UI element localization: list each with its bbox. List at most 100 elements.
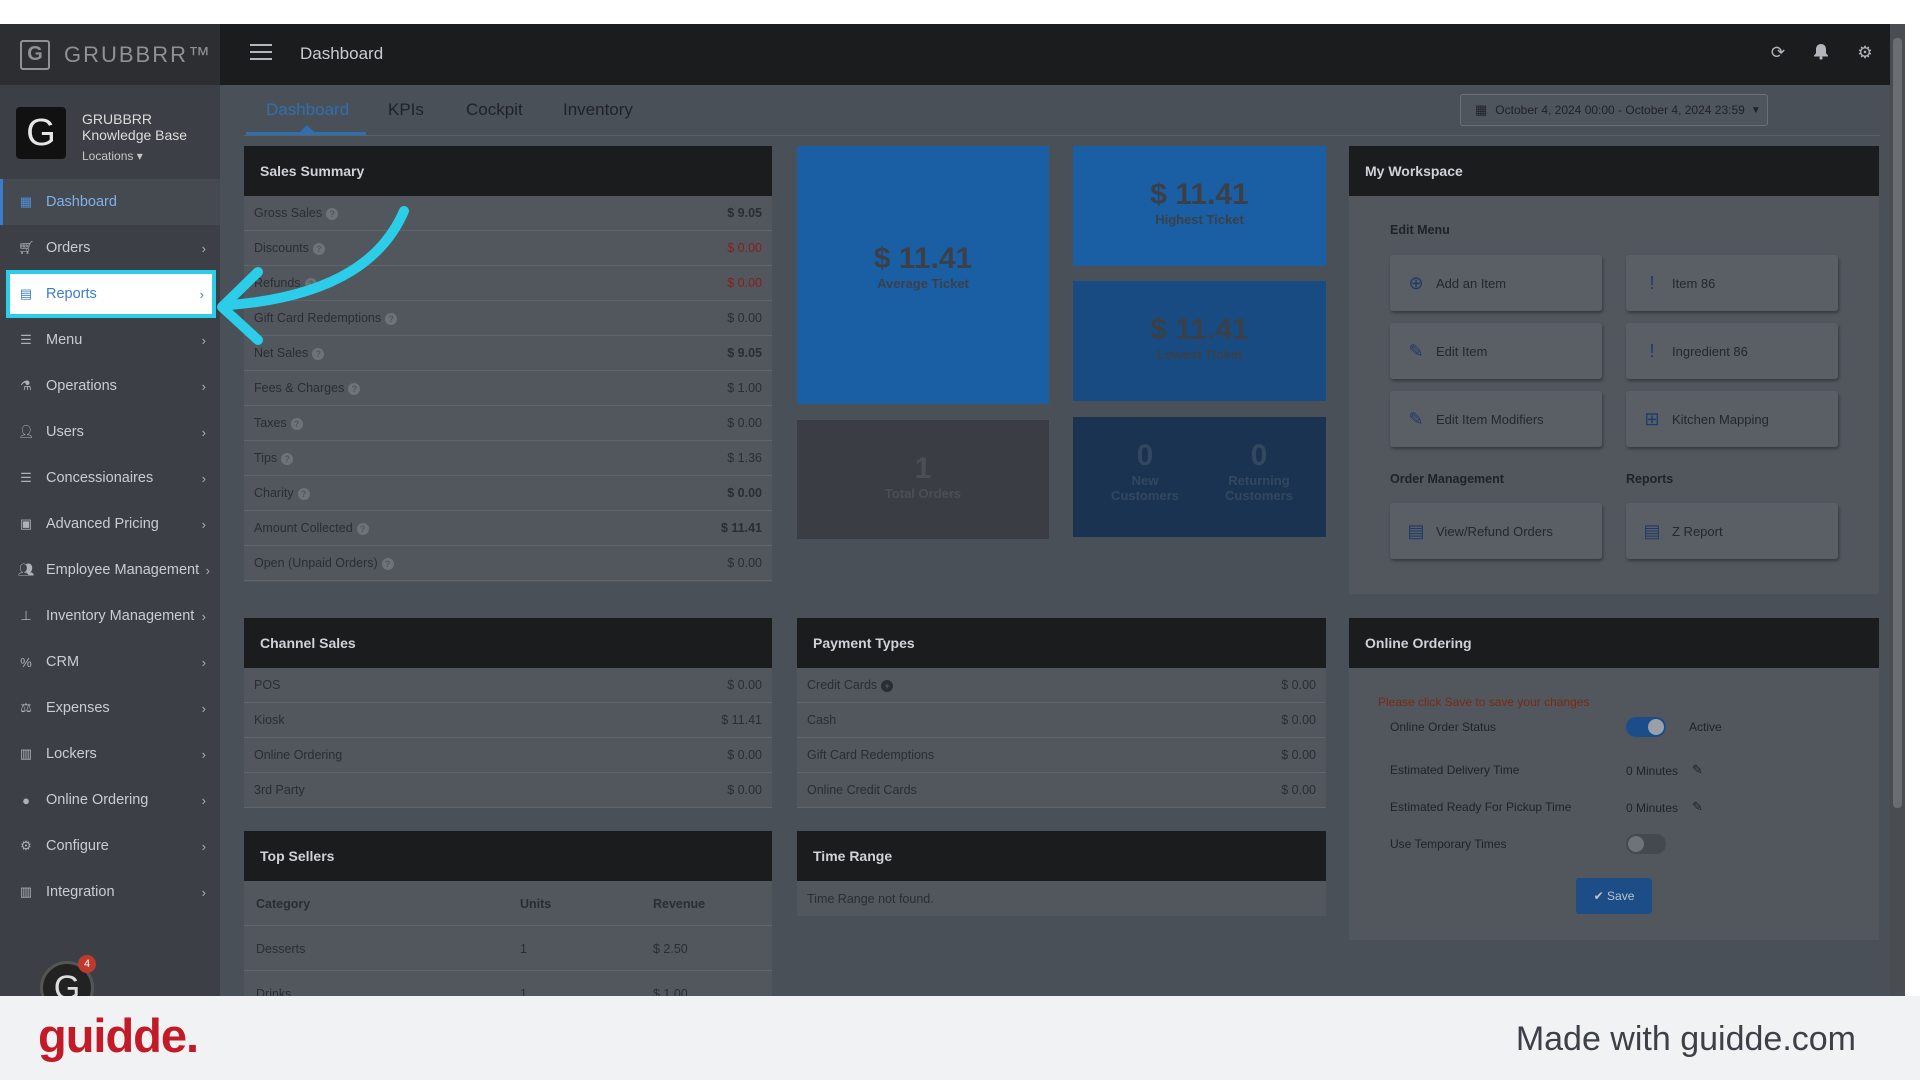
z-report-button[interactable]: ▤ Z Report xyxy=(1626,503,1838,559)
total-orders-tile: 1 Total Orders xyxy=(797,420,1049,539)
chevron-right-icon: › xyxy=(205,562,210,578)
help-icon[interactable]: ? xyxy=(297,488,310,500)
data-row: Gross Sales? $ 9.05 xyxy=(244,196,772,231)
sidebar-item-advanced-pricing[interactable]: ▣ Advanced Pricing › xyxy=(0,501,220,547)
made-with-text[interactable]: Made with guidde.com xyxy=(1516,1020,1856,1059)
row-label: Online Credit Cards xyxy=(807,783,917,797)
chevron-right-icon: › xyxy=(201,792,206,808)
sidebar-item-lockers[interactable]: ▥ Lockers › xyxy=(0,731,220,777)
sidebar-item-concessionaires[interactable]: ☰ Concessionaires › xyxy=(0,455,220,501)
help-icon[interactable]: ? xyxy=(281,453,294,465)
bell-icon[interactable] xyxy=(1811,43,1831,63)
vertical-scrollbar[interactable] xyxy=(1890,24,1905,996)
add-item-button[interactable]: ⊕ Add an Item xyxy=(1390,255,1602,311)
average-ticket-value: $ 11.41 xyxy=(873,242,973,275)
sidebar-item-inventory-management[interactable]: ⊥ Inventory Management › xyxy=(0,593,220,639)
tab-dashboard[interactable]: Dashboard xyxy=(266,100,349,120)
guidde-logo[interactable]: guidde. xyxy=(38,1008,199,1063)
cell-units: 1 xyxy=(520,987,527,996)
chevron-right-icon: › xyxy=(201,654,206,670)
sidebar-item-label: Integration xyxy=(46,884,115,900)
help-icon[interactable]: ? xyxy=(348,383,361,395)
expand-plus-icon[interactable]: + xyxy=(881,680,894,692)
flask-icon: ⚗ xyxy=(20,378,32,393)
sidebar-item-users[interactable]: 👤︎ Users › xyxy=(0,409,220,455)
row-value: $ 0.00 xyxy=(727,678,762,692)
pickup-time-label: Estimated Ready For Pickup Time xyxy=(1390,800,1572,814)
sidebar-item-configure[interactable]: ⚙ Configure › xyxy=(0,823,220,869)
help-icon[interactable]: ? xyxy=(381,558,394,570)
row-label: Open (Unpaid Orders) xyxy=(254,556,378,570)
channel-sales-panel: Channel Sales POS $ 0.00 Kiosk $ 11.41 Onlin… xyxy=(244,618,772,808)
pencil-icon: ✎ xyxy=(1408,340,1424,361)
row-value: $ 9.05 xyxy=(727,206,762,220)
tabs-divider xyxy=(244,135,1880,136)
lowest-ticket-value: $ 11.41 xyxy=(1150,313,1249,346)
page-title: Dashboard xyxy=(300,44,384,63)
row-value: $ 0.00 xyxy=(727,486,762,500)
cell-units: 1 xyxy=(520,942,527,956)
data-row: Charity? $ 0.00 xyxy=(244,476,772,511)
tab-cockpit[interactable]: Cockpit xyxy=(466,100,523,120)
tab-inventory[interactable]: Inventory xyxy=(563,100,633,120)
list-icon: ☰ xyxy=(20,470,32,485)
temporary-times-toggle[interactable] xyxy=(1626,834,1666,854)
edit-item-button[interactable]: ✎ Edit Item xyxy=(1390,323,1602,379)
view-refund-orders-button[interactable]: ▤ View/Refund Orders xyxy=(1390,503,1602,559)
brand[interactable]: G GRUBBRR™ xyxy=(0,24,220,85)
calendar-icon: ▦ xyxy=(1475,102,1488,117)
sidebar-item-employee-management[interactable]: 👥︎ Employee Management › xyxy=(0,547,220,593)
sidebar-item-dashboard[interactable]: ▦ Dashboard xyxy=(0,179,220,225)
help-icon[interactable]: ? xyxy=(385,313,398,325)
sidebar-item-label: Online Ordering xyxy=(46,792,149,808)
help-icon[interactable]: ? xyxy=(312,243,325,255)
save-button[interactable]: ✔ Save xyxy=(1576,878,1652,914)
highest-ticket-label: Highest Ticket xyxy=(1155,212,1244,227)
row-label-group: Credit Cards + xyxy=(807,678,894,692)
item-86-button[interactable]: ! Item 86 xyxy=(1626,255,1838,311)
row-label-group: Gross Sales? xyxy=(254,206,339,220)
sidebar-item-label: CRM xyxy=(46,654,80,670)
table-row: Drinks 1 $ 1.00 xyxy=(244,971,772,996)
edit-delivery-time-icon[interactable]: ✎ xyxy=(1692,762,1703,778)
refresh-icon[interactable]: ⟳ xyxy=(1768,43,1788,63)
help-icon[interactable]: ? xyxy=(326,208,339,220)
help-icon[interactable]: ? xyxy=(290,418,303,430)
scrollbar-thumb[interactable] xyxy=(1893,38,1902,808)
help-icon[interactable]: ? xyxy=(312,348,325,360)
total-orders-value: 1 xyxy=(914,452,932,485)
sidebar-item-orders[interactable]: 🛒︎ Orders › xyxy=(0,225,220,271)
help-icon[interactable]: ? xyxy=(304,278,317,290)
chevron-right-icon: › xyxy=(201,700,206,716)
sidebar-item-crm[interactable]: % CRM › xyxy=(0,639,220,685)
row-label: Tips xyxy=(254,451,278,465)
gear-icon[interactable]: ⚙ xyxy=(1855,43,1875,63)
sitemap-icon: ⊞ xyxy=(1644,408,1660,429)
row-label-group: Gift Card Redemptions? xyxy=(254,311,398,325)
sidebar-item-label: Configure xyxy=(46,838,109,854)
edit-pickup-time-icon[interactable]: ✎ xyxy=(1692,799,1703,815)
returning-customers-label: Returning Customers xyxy=(1225,473,1293,503)
row-label: 3rd Party xyxy=(254,783,305,797)
sidebar-item-reports[interactable]: ▤ Reports › xyxy=(6,270,216,318)
row-label: Credit Cards xyxy=(807,678,878,692)
sidebar-item-integration[interactable]: ▥ Integration › xyxy=(0,869,220,915)
tab-kpis[interactable]: KPIs xyxy=(388,100,424,120)
kitchen-mapping-button[interactable]: ⊞ Kitchen Mapping xyxy=(1626,391,1838,447)
ingredient-86-button[interactable]: ! Ingredient 86 xyxy=(1626,323,1838,379)
edit-item-modifiers-button[interactable]: ✎ Edit Item Modifiers xyxy=(1390,391,1602,447)
sidebar-item-menu[interactable]: ☰ Menu › xyxy=(0,317,220,363)
locations-dropdown[interactable]: Locations ▾ xyxy=(82,149,143,163)
row-label-group: Fees & Charges? xyxy=(254,381,361,395)
sidebar-item-online-ordering[interactable]: ● Online Ordering › xyxy=(0,777,220,823)
row-label: POS xyxy=(254,678,281,692)
panel-title: Channel Sales xyxy=(244,618,772,668)
hamburger-menu-icon[interactable] xyxy=(250,44,272,62)
column-header: Units xyxy=(520,897,552,911)
row-label-group: Kiosk xyxy=(254,713,285,727)
date-range-picker[interactable]: ▦ October 4, 2024 00:00 - October 4, 202… xyxy=(1460,94,1768,126)
online-order-status-toggle[interactable] xyxy=(1626,717,1666,737)
help-icon[interactable]: ? xyxy=(356,523,369,535)
sidebar-item-operations[interactable]: ⚗ Operations › xyxy=(0,363,220,409)
sidebar-item-expenses[interactable]: ⚖ Expenses › xyxy=(0,685,220,731)
